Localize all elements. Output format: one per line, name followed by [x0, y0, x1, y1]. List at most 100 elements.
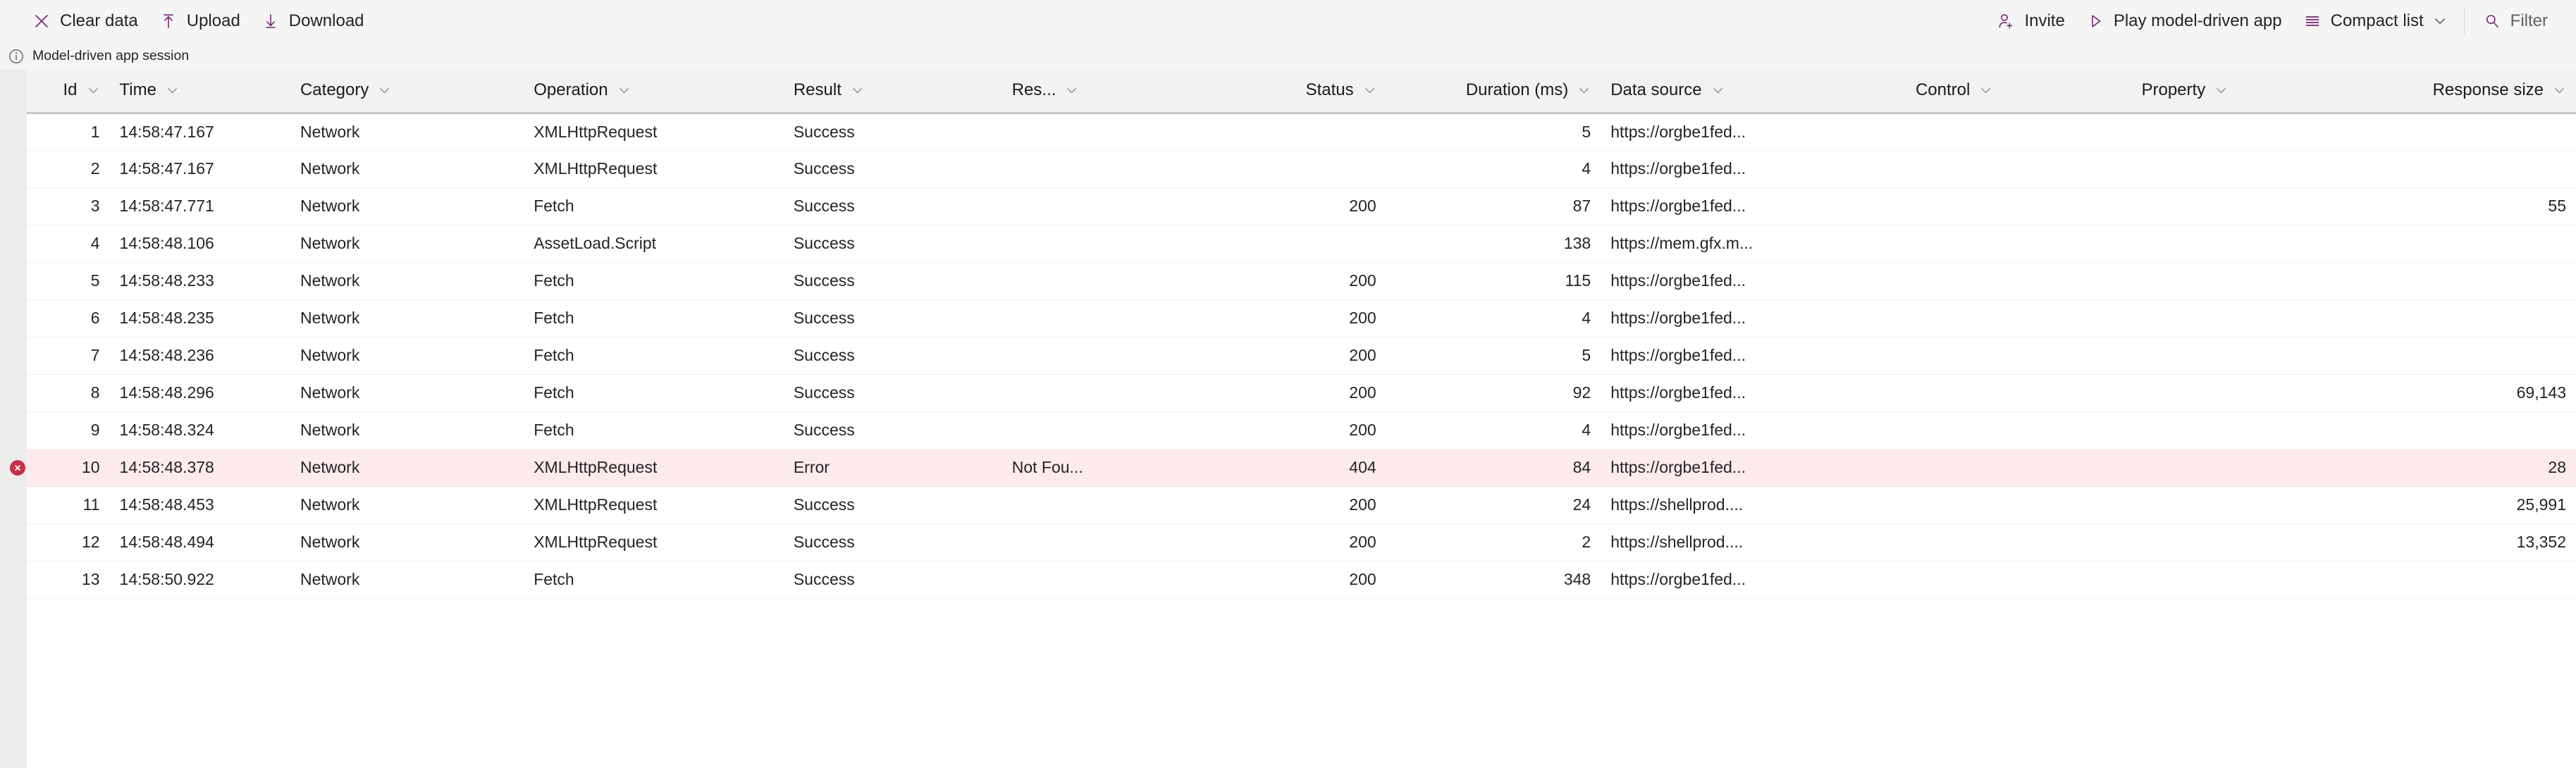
cell-time: 14:58:48.233 [109, 262, 290, 300]
cell-status: 200 [1145, 561, 1386, 599]
cell-property [2131, 561, 2365, 599]
cell-data_source: https://orgbe1fed... [1601, 262, 1906, 300]
cell-result_detail [1002, 486, 1145, 524]
cell-time: 14:58:48.324 [109, 411, 290, 450]
cell-status: 200 [1145, 524, 1386, 562]
cell-result_detail [1002, 150, 1145, 188]
cell-result: Success [783, 225, 1002, 263]
table-row[interactable]: 11 14:58:48.453 Network XMLHttpRequest Succe… [27, 486, 2576, 524]
upload-button[interactable]: Upload [148, 6, 250, 37]
table-row[interactable]: 2 14:58:47.167 Network XMLHttpRequest Succes… [27, 150, 2576, 188]
chevron-down-icon[interactable] [378, 84, 391, 97]
cell-category: Network [290, 299, 524, 337]
chevron-down-icon[interactable] [1577, 84, 1591, 97]
cell-property [2131, 411, 2365, 450]
cell-category: Network [290, 449, 524, 487]
cell-status: 200 [1145, 187, 1386, 225]
column-header-label-duration: Duration (ms) [1465, 80, 1569, 100]
table-row[interactable]: 10 14:58:48.378 Network XMLHttpRequest Error… [27, 449, 2576, 487]
column-header-data_source[interactable]: Data source [1601, 69, 1906, 114]
cell-id: 11 [27, 486, 110, 524]
row-error-icon [10, 459, 25, 476]
chevron-down-icon[interactable] [2214, 84, 2228, 97]
cell-operation: Fetch [524, 262, 784, 300]
table-row[interactable]: 12 14:58:48.494 Network XMLHttpRequest Succe… [27, 524, 2576, 562]
compact-list-button-label: Compact list [2330, 11, 2424, 30]
chevron-down-icon[interactable] [87, 84, 100, 97]
cell-property [2131, 262, 2365, 300]
chevron-down-icon[interactable] [617, 84, 631, 97]
compact-list-button[interactable]: Compact list [2292, 6, 2457, 37]
column-header-operation[interactable]: Operation [524, 69, 784, 114]
error-badge [10, 459, 25, 476]
cell-operation: Fetch [524, 561, 784, 599]
chevron-down-icon[interactable] [166, 84, 179, 97]
cell-data_source: https://orgbe1fed... [1601, 337, 1906, 375]
cell-id: 6 [27, 299, 110, 337]
chevron-down-icon[interactable] [1065, 84, 1078, 97]
column-header-property[interactable]: Property [2131, 69, 2365, 114]
cell-operation: Fetch [524, 299, 784, 337]
cell-result_detail [1002, 561, 1145, 599]
column-header-control[interactable]: Control [1905, 69, 2132, 114]
horizontal-scrollbar[interactable] [0, 764, 2576, 768]
cell-category: Network [290, 374, 524, 412]
cell-status: 200 [1145, 374, 1386, 412]
chevron-down-icon[interactable] [1711, 84, 1725, 97]
session-info-text: Model-driven app session [32, 47, 190, 63]
cell-duration: 92 [1386, 374, 1601, 412]
column-header-result[interactable]: Result [783, 69, 1002, 114]
cell-result: Success [783, 187, 1002, 225]
cell-time: 14:58:48.235 [109, 299, 290, 337]
cell-operation: XMLHttpRequest [524, 150, 784, 188]
cell-result_detail [1002, 374, 1145, 412]
chevron-down-icon[interactable] [2553, 84, 2566, 97]
column-header-duration[interactable]: Duration (ms) [1386, 69, 1601, 114]
column-header-category[interactable]: Category [290, 69, 524, 114]
table-head: Id Time Category Operation Result Res... Statu… [27, 69, 2576, 114]
table-row[interactable]: 7 14:58:48.236 Network Fetch Success 200 5 http… [27, 337, 2576, 375]
cell-operation: XMLHttpRequest [524, 486, 784, 524]
cell-control [1905, 561, 2132, 599]
cell-category: Network [290, 187, 524, 225]
cell-id: 5 [27, 262, 110, 300]
table-row[interactable]: 5 14:58:48.233 Network Fetch Success 200 115 ht… [27, 262, 2576, 300]
table-row[interactable]: 8 14:58:48.296 Network Fetch Success 200 92 htt… [27, 374, 2576, 412]
table-row[interactable]: 6 14:58:48.235 Network Fetch Success 200 4 http… [27, 299, 2576, 337]
cell-data_source: https://mem.gfx.m... [1601, 225, 1906, 263]
chevron-down-icon[interactable] [851, 84, 864, 97]
play-model-driven-app-button[interactable]: Play model-driven app [2075, 6, 2292, 37]
cell-result: Error [783, 449, 1002, 487]
column-header-result_detail[interactable]: Res... [1002, 69, 1145, 114]
cell-control [1905, 411, 2132, 450]
table-row[interactable]: 3 14:58:47.771 Network Fetch Success 200 87 htt… [27, 187, 2576, 225]
cell-time: 14:58:47.167 [109, 150, 290, 188]
cell-operation: AssetLoad.Script [524, 225, 784, 263]
cell-result_detail [1002, 262, 1145, 300]
table-row[interactable]: 13 14:58:50.922 Network Fetch Success 200 348 h… [27, 561, 2576, 599]
download-button[interactable]: Download [250, 6, 374, 37]
cell-id: 7 [27, 337, 110, 375]
column-header-status[interactable]: Status [1145, 69, 1386, 114]
cell-status: 200 [1145, 299, 1386, 337]
clear-data-button[interactable]: Clear data [21, 6, 148, 37]
chevron-down-icon[interactable] [1979, 84, 1992, 97]
table-row[interactable]: 1 14:58:47.167 Network XMLHttpRequest Succes… [27, 113, 2576, 151]
invite-button[interactable]: Invite [1985, 6, 2074, 37]
cell-data_source: https://orgbe1fed... [1601, 150, 1906, 188]
cell-category: Network [290, 262, 524, 300]
cell-result_detail [1002, 337, 1145, 375]
column-header-time[interactable]: Time [109, 69, 290, 114]
column-header-response_size[interactable]: Response size [2365, 69, 2576, 114]
chevron-down-icon[interactable] [1363, 84, 1376, 97]
data-grid[interactable]: Id Time Category Operation Result Res... Statu… [27, 69, 2576, 768]
filter-button[interactable]: Filter [2472, 6, 2558, 37]
table-row[interactable]: 4 14:58:48.106 Network AssetLoad.Script Succ… [27, 225, 2576, 263]
column-header-id[interactable]: Id [27, 69, 110, 114]
upload-button-label: Upload [186, 11, 240, 30]
cell-operation: XMLHttpRequest [524, 113, 784, 151]
cell-result: Success [783, 411, 1002, 450]
chevron-down-icon[interactable] [2433, 14, 2447, 28]
table-row[interactable]: 9 14:58:48.324 Network Fetch Success 200 4 http… [27, 411, 2576, 450]
cell-result: Success [783, 113, 1002, 151]
